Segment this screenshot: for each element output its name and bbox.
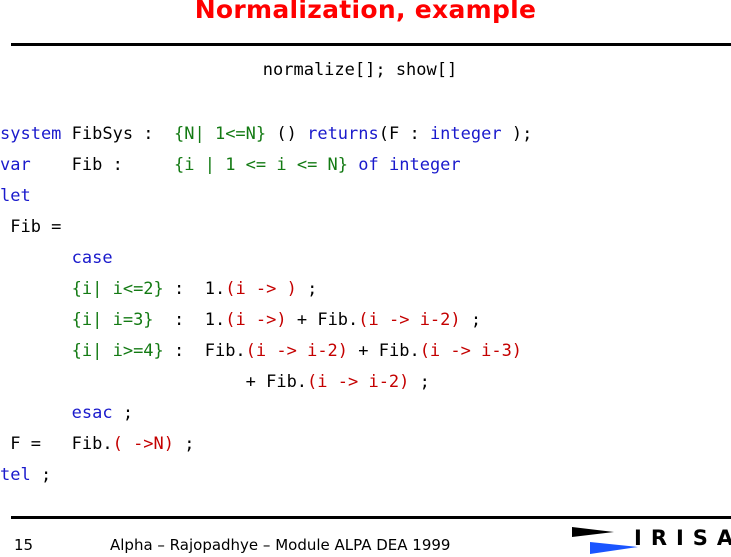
code-text: (): [266, 124, 308, 144]
keyword: integer: [389, 155, 461, 175]
code-text: : 1.: [163, 279, 226, 299]
code-text: );: [501, 124, 533, 144]
code-line-fib-eq: Fib =: [0, 215, 61, 246]
code-line-case-2: {i| i=3} : 1.(i ->) + Fib.(i -> i-2) ;: [0, 308, 481, 339]
code-line-case-3: {i| i>=4} : Fib.(i -> i-2) + Fib.(i -> i…: [0, 339, 522, 370]
code-text: Fib =: [0, 217, 62, 237]
code-text: ;: [30, 465, 52, 485]
logo-text: IRISA: [634, 526, 731, 550]
code-text: ;: [296, 279, 318, 299]
code-text: + Fib.: [286, 310, 359, 330]
top-rule: [11, 43, 731, 46]
code-line-let: let: [0, 184, 31, 215]
code-text: ;: [409, 372, 430, 392]
code-line-tel: tel ;: [0, 463, 51, 494]
code-line-system: system FibSys : {N| 1<=N} () returns(F :…: [0, 122, 532, 153]
keyword: system: [0, 124, 62, 144]
footer-text: Alpha – Rajopadhye – Module ALPA DEA 199…: [110, 536, 451, 554]
logo-blue-flag: [590, 542, 638, 554]
dependence-expr: (i -> i-3): [419, 341, 523, 361]
logo-black-flag: [572, 527, 614, 537]
code-line-case-1: {i| i<=2} : 1.(i -> ) ;: [0, 277, 318, 308]
code-text: ;: [112, 403, 134, 423]
slide-title: Normalization, example: [194, 0, 537, 24]
keyword: let: [0, 186, 31, 206]
code-text: + Fib.: [348, 341, 420, 361]
dependence-expr: (i -> ): [225, 279, 297, 299]
keyword: tel: [0, 465, 31, 485]
code-text: (F :: [378, 124, 430, 144]
keyword: integer: [429, 124, 502, 144]
dependence-expr: (i -> i-2): [307, 372, 410, 392]
code-text: ;: [460, 310, 482, 330]
code-text: F = Fib.: [0, 434, 113, 454]
code-text: Fib :: [30, 155, 175, 175]
domain-expr: {i| i=3}: [71, 310, 154, 330]
code-text: : 1.: [153, 310, 226, 330]
domain-expr: {i | 1 <= i <= N}: [174, 155, 349, 175]
code-line-var: var Fib : {i | 1 <= i <= N} of integer: [0, 153, 461, 184]
domain-expr: {i| i>=4}: [71, 341, 164, 361]
code-line-case-3-cont: + Fib.(i -> i-2) ;: [0, 370, 430, 401]
code-line-esac: esac ;: [0, 401, 133, 432]
domain-expr: {N| 1<=N}: [174, 124, 267, 144]
dependence-expr: (i -> i-2): [358, 310, 461, 330]
dependence-expr: (i ->): [225, 310, 287, 330]
keyword: esac: [71, 403, 113, 423]
code-line-f-eq: F = Fib.( ->N) ;: [0, 432, 195, 463]
keyword: case: [71, 248, 113, 268]
domain-expr: {i| i<=2}: [71, 279, 164, 299]
dependence-expr: (i -> i-2): [245, 341, 349, 361]
keyword: of: [358, 155, 379, 175]
bottom-rule: [11, 516, 731, 519]
code-text: ;: [174, 434, 195, 454]
code-text: FibSys :: [61, 124, 175, 144]
dependence-expr: ( ->N): [112, 434, 175, 454]
page-number: 15: [14, 536, 34, 554]
command-line: normalize[]; show[]: [262, 60, 458, 80]
keyword: var: [0, 155, 31, 175]
code-line-case: case: [0, 246, 113, 277]
keyword: returns: [307, 124, 379, 144]
code-text: : Fib.: [163, 341, 246, 361]
code-text: + Fib.: [0, 372, 308, 392]
